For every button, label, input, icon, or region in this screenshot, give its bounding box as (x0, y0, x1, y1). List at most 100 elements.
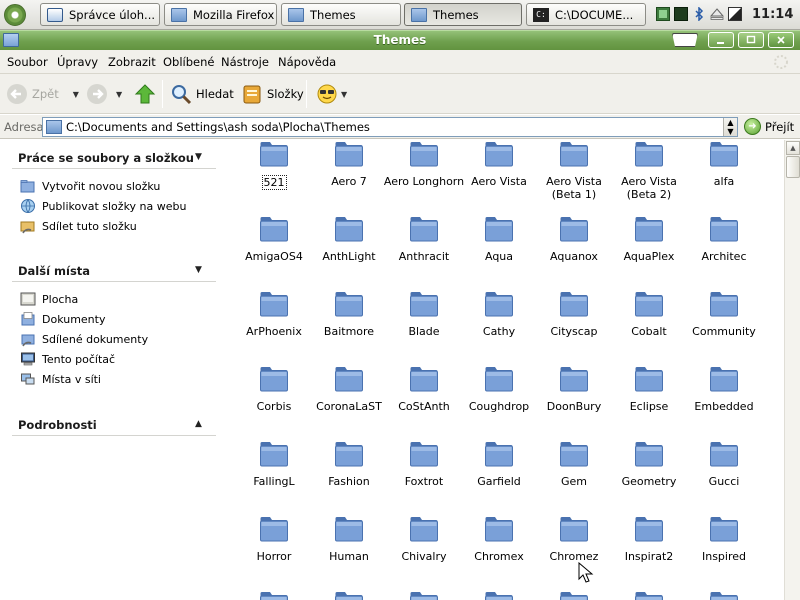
network-monitor-icon[interactable] (656, 7, 670, 21)
go-arrow-icon: ➜ (744, 118, 761, 135)
folder-item[interactable] (679, 590, 769, 600)
vertical-scrollbar[interactable]: ▲ (784, 140, 800, 600)
pane-item-label: Publikovat složky na webu (42, 199, 187, 213)
expand-caret-icon[interactable]: ▲ (195, 419, 202, 429)
folder-icon (411, 7, 427, 22)
task-label: Správce úloh... (69, 7, 156, 22)
pane-item-share-folder[interactable]: Sdílet tuto složku (20, 218, 137, 234)
shared-documents-icon (21, 334, 35, 347)
task-label: C:\DOCUME... (555, 7, 634, 22)
task-button-task-manager[interactable]: Správce úloh... (40, 3, 160, 26)
folder-label: Aero Vista (Beta 1) (546, 175, 602, 201)
menu-help[interactable]: Nápověda (278, 55, 336, 69)
folder-view[interactable]: 521 Aero 7 Aero Longhorn Aero Vista Aero Vis… (222, 140, 784, 600)
pane-title-details[interactable]: Podrobnosti (18, 418, 97, 432)
search-button[interactable]: Hledat (170, 81, 234, 107)
forward-arrow-icon (87, 84, 107, 104)
menu-bar: Soubor Úpravy Zobrazit Oblíbené Nástroje… (0, 50, 800, 74)
pane-item-network-places[interactable]: Místa v síti (20, 371, 101, 387)
pane-item-publish-web[interactable]: Publikovat složky na webu (20, 198, 186, 214)
folder-label: Human (329, 550, 369, 563)
back-button[interactable]: Zpět ▼ (6, 81, 79, 107)
task-button-themes-2[interactable]: Themes (404, 3, 522, 26)
task-button-firefox[interactable]: Mozilla Firefox (164, 3, 277, 26)
start-menu-logo-icon[interactable] (4, 4, 26, 26)
network-places-icon (21, 373, 35, 385)
folder-icon (410, 367, 438, 392)
task-manager-icon (47, 7, 63, 22)
pane-title-file-tasks[interactable]: Práce se soubory a složkou (18, 151, 194, 165)
forward-history-dropdown-icon[interactable]: ▼ (116, 90, 122, 99)
system-monitor-icon[interactable] (674, 7, 688, 21)
folder-item[interactable]: Architec (679, 215, 769, 263)
folder-icon (335, 592, 363, 600)
menu-favorites[interactable]: Oblíbené (163, 55, 214, 69)
menu-file[interactable]: Soubor (7, 55, 48, 69)
bluetooth-icon[interactable] (692, 7, 706, 21)
folder-icon (635, 292, 663, 317)
back-history-dropdown-icon[interactable]: ▼ (73, 90, 79, 99)
clock[interactable]: 11:14 (752, 7, 793, 22)
folder-label: Embedded (694, 400, 754, 413)
window-title-bar[interactable]: Themes (0, 30, 800, 50)
scroll-thumb[interactable] (786, 156, 800, 178)
maximize-button[interactable] (738, 32, 764, 48)
folder-label: Eclipse (629, 400, 669, 413)
folder-item[interactable]: Gucci (679, 440, 769, 488)
folder-icon (335, 367, 363, 392)
pane-item-new-folder[interactable]: Vytvořit novou složku (20, 178, 160, 194)
menu-tools[interactable]: Nástroje (221, 55, 269, 69)
pane-item-my-computer[interactable]: Tento počítač (20, 351, 115, 367)
back-arrow-icon (7, 84, 27, 104)
menu-edit[interactable]: Úpravy (57, 55, 98, 69)
folder-item[interactable]: Community (679, 290, 769, 338)
windows-logo-icon (774, 55, 788, 69)
folder-label: Inspirat2 (624, 550, 674, 563)
folder-label: ArPhoenix (246, 325, 302, 338)
views-button[interactable]: ▼ (316, 81, 347, 107)
folder-label: Horror (256, 550, 292, 563)
minimize-button[interactable] (708, 32, 734, 48)
folder-item[interactable]: alfa (679, 140, 769, 188)
scroll-up-button[interactable]: ▲ (786, 141, 800, 155)
menu-view[interactable]: Zobrazit (108, 55, 156, 69)
task-button-themes-1[interactable]: Themes (281, 3, 401, 26)
eject-icon[interactable] (710, 7, 724, 21)
folder-icon (710, 367, 738, 392)
folder-item[interactable]: Embedded (679, 365, 769, 413)
folder-icon (46, 120, 62, 134)
pane-item-documents[interactable]: Dokumenty (20, 311, 105, 327)
pane-title-other-places[interactable]: Další místa (18, 264, 90, 278)
folder-icon (410, 217, 438, 242)
folder-label: Coughdrop (468, 400, 530, 413)
toolbar-separator (162, 80, 163, 108)
address-input[interactable]: C:\Documents and Settings\ash soda\Ploch… (42, 117, 738, 137)
share-folder-icon (20, 221, 35, 234)
go-button[interactable]: ➜ Přejít (744, 118, 794, 135)
folder-label: Cathy (482, 325, 516, 338)
folder-icon (485, 292, 513, 317)
close-button[interactable] (768, 32, 794, 48)
folder-icon (635, 217, 663, 242)
folders-label: Složky (267, 87, 304, 101)
folder-icon (335, 142, 363, 167)
folder-label: AmigaOS4 (245, 250, 303, 263)
desktop-icon (20, 292, 36, 306)
folder-icon (171, 7, 187, 22)
forward-button[interactable]: ▼ (86, 81, 122, 107)
documents-icon (21, 312, 35, 326)
task-button-command-prompt[interactable]: C: C:\DOCUME... (526, 3, 646, 26)
pane-item-desktop[interactable]: Plocha (20, 291, 78, 307)
folder-label: Aero Longhorn (383, 175, 465, 188)
folder-label: CoronaLaST (316, 400, 382, 413)
collapse-caret-icon[interactable]: ▼ (195, 265, 202, 275)
folder-item[interactable]: Inspired (679, 515, 769, 563)
folder-icon (485, 517, 513, 542)
battery-power-icon[interactable] (728, 7, 742, 21)
pane-item-shared-documents[interactable]: Sdílené dokumenty (20, 331, 148, 347)
collapse-caret-icon[interactable]: ▼ (195, 152, 202, 162)
address-dropdown-button[interactable]: ▲ ▼ (723, 118, 737, 136)
up-folder-button[interactable] (134, 81, 156, 107)
folder-icon (485, 592, 513, 600)
folders-button[interactable]: Složky (242, 81, 304, 107)
